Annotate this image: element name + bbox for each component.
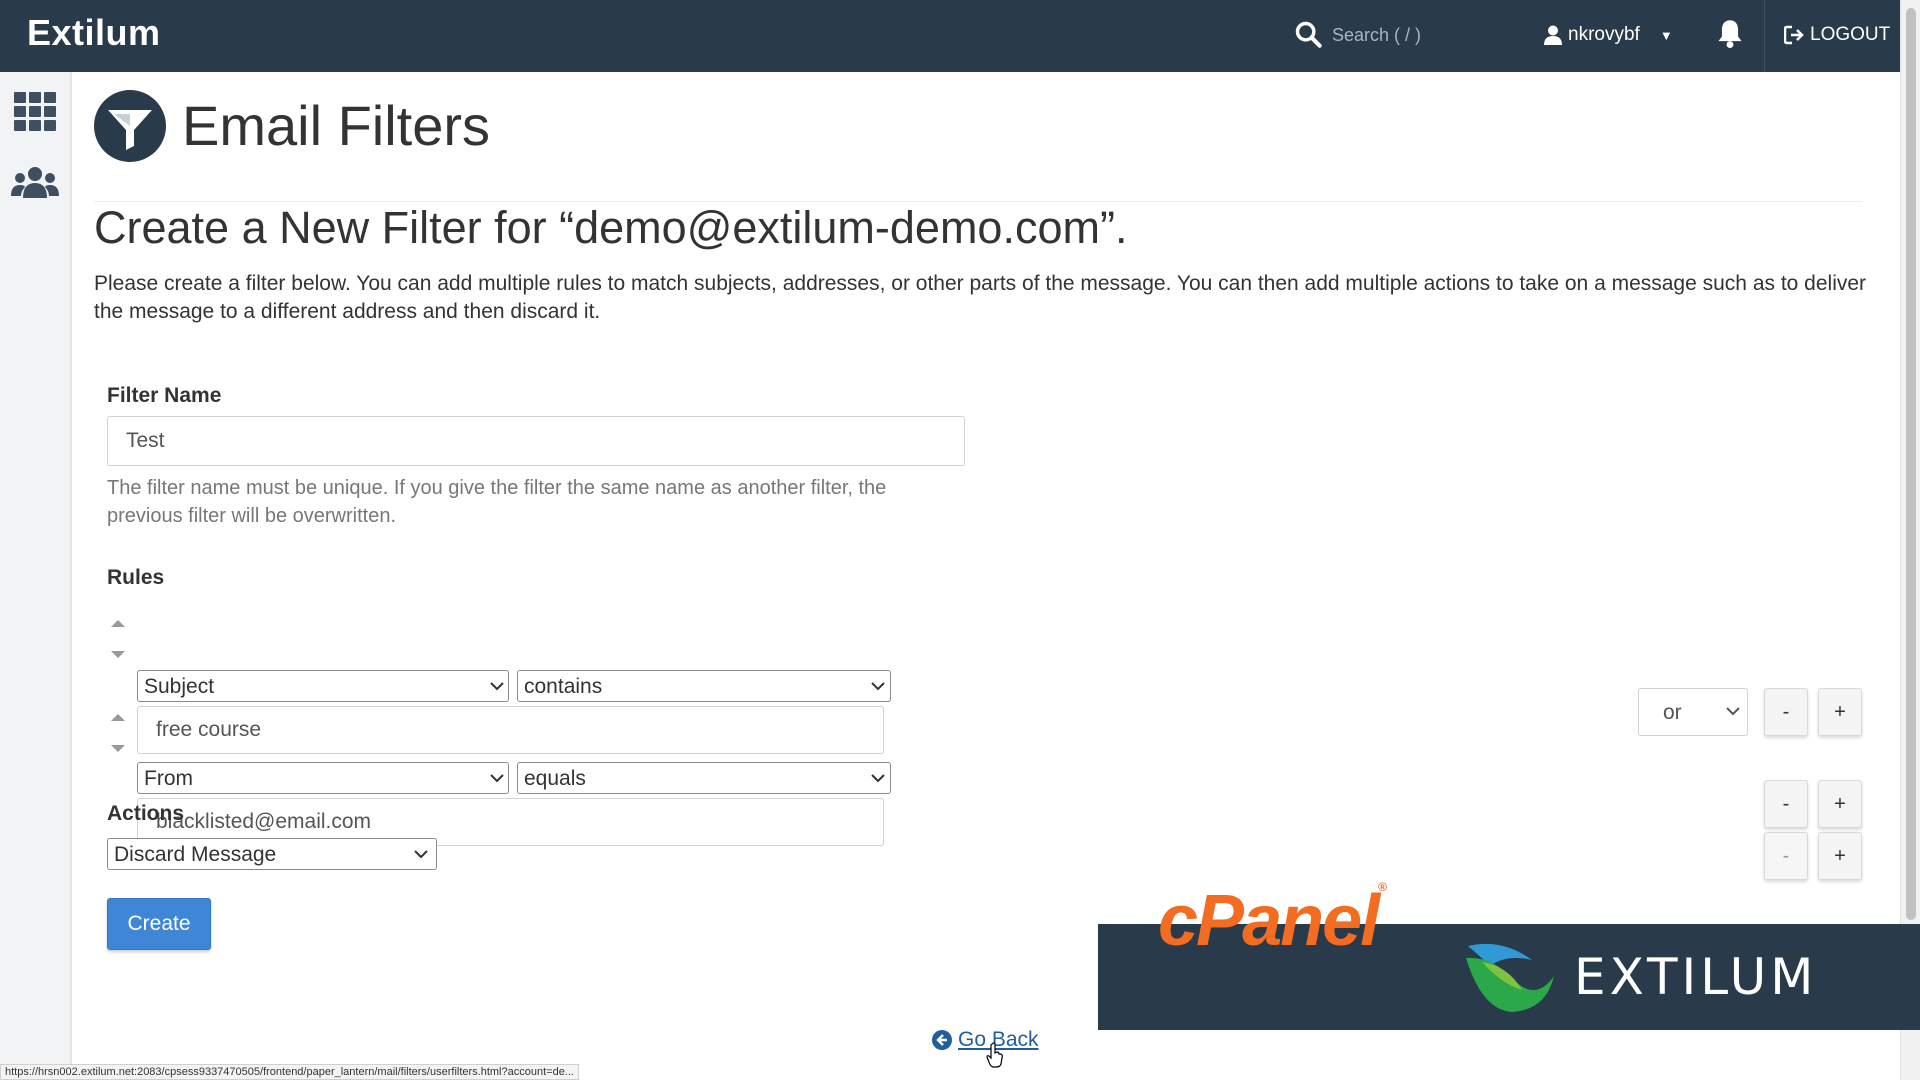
main-content: Email Filters Create a New Filter for “d… <box>72 72 1900 1062</box>
action-select[interactable]: Discard Message <box>107 838 437 870</box>
rule-field-select[interactable]: From <box>137 762 509 794</box>
user-menu[interactable]: nkrovybf ▼ <box>1544 18 1673 52</box>
move-rule-up-icon[interactable] <box>110 618 126 628</box>
rule-operator-select[interactable]: contains <box>517 670 891 702</box>
actions-label: Actions <box>107 802 185 825</box>
extilum-wordmark: EXTILUM <box>1574 948 1818 1006</box>
create-button[interactable]: Create <box>107 898 211 950</box>
page-scrollbar[interactable] <box>1900 0 1920 1080</box>
logout-button[interactable]: LOGOUT <box>1784 18 1890 52</box>
logout-icon <box>1784 25 1804 45</box>
intro-text: Please create a filter below. You can ad… <box>94 272 1867 323</box>
grid-icon[interactable] <box>10 86 60 136</box>
rule-operator-select[interactable]: equals <box>517 762 891 794</box>
brand-logo[interactable]: Extilum <box>27 12 161 54</box>
filter-name-help: The filter name must be unique. If you g… <box>107 477 887 527</box>
username-label: nkrovybf <box>1568 24 1640 45</box>
extilum-leaf-logo-icon <box>1466 943 1554 1012</box>
add-rule-button[interactable]: + <box>1818 688 1862 736</box>
top-navbar: Extilum nkrovybf ▼ LOGOUT <box>0 0 1900 72</box>
page-header: Email Filters <box>94 90 1862 202</box>
bell-icon[interactable] <box>1716 18 1744 48</box>
browser-status-url: https://hrsn002.extilum.net:2083/cpsess9… <box>0 1064 579 1080</box>
cpanel-logo-text: cPanel <box>1158 881 1380 961</box>
move-rule-up-icon[interactable] <box>110 712 126 722</box>
filter-name-label: Filter Name <box>107 384 222 407</box>
funnel-icon <box>94 90 166 162</box>
cpanel-logo: cPanel® <box>1158 880 1387 962</box>
filter-name-input[interactable] <box>107 416 965 466</box>
remove-rule-button[interactable]: - <box>1764 688 1808 736</box>
users-icon[interactable] <box>10 160 60 210</box>
search-input[interactable] <box>1332 18 1502 52</box>
move-rule-down-icon[interactable] <box>110 744 126 754</box>
add-action-button[interactable]: + <box>1818 832 1862 880</box>
registered-mark: ® <box>1378 880 1387 894</box>
user-icon <box>1544 25 1562 45</box>
hand-cursor-icon <box>986 1042 1003 1068</box>
create-filter-heading: Create a New Filter for “demo@extilum-de… <box>94 202 1128 253</box>
move-rule-down-icon[interactable] <box>110 650 126 660</box>
remove-rule-button[interactable]: - <box>1764 780 1808 828</box>
navbar-divider <box>1764 0 1765 72</box>
remove-action-button[interactable]: - <box>1764 832 1808 880</box>
rule-field-select[interactable]: Subject <box>137 670 509 702</box>
rule-value-input[interactable] <box>137 706 884 754</box>
search-icon[interactable] <box>1294 20 1322 48</box>
page-title: Email Filters <box>182 94 491 157</box>
sidebar <box>0 72 72 1080</box>
arrow-circle-left-icon <box>932 1030 952 1050</box>
chevron-down-icon: ▼ <box>1659 27 1673 43</box>
logout-label: LOGOUT <box>1810 24 1891 45</box>
rules-label: Rules <box>107 566 165 589</box>
add-rule-button[interactable]: + <box>1818 780 1862 828</box>
scrollbar-thumb[interactable] <box>1906 8 1916 920</box>
rule-join-select[interactable]: or <box>1638 688 1748 736</box>
